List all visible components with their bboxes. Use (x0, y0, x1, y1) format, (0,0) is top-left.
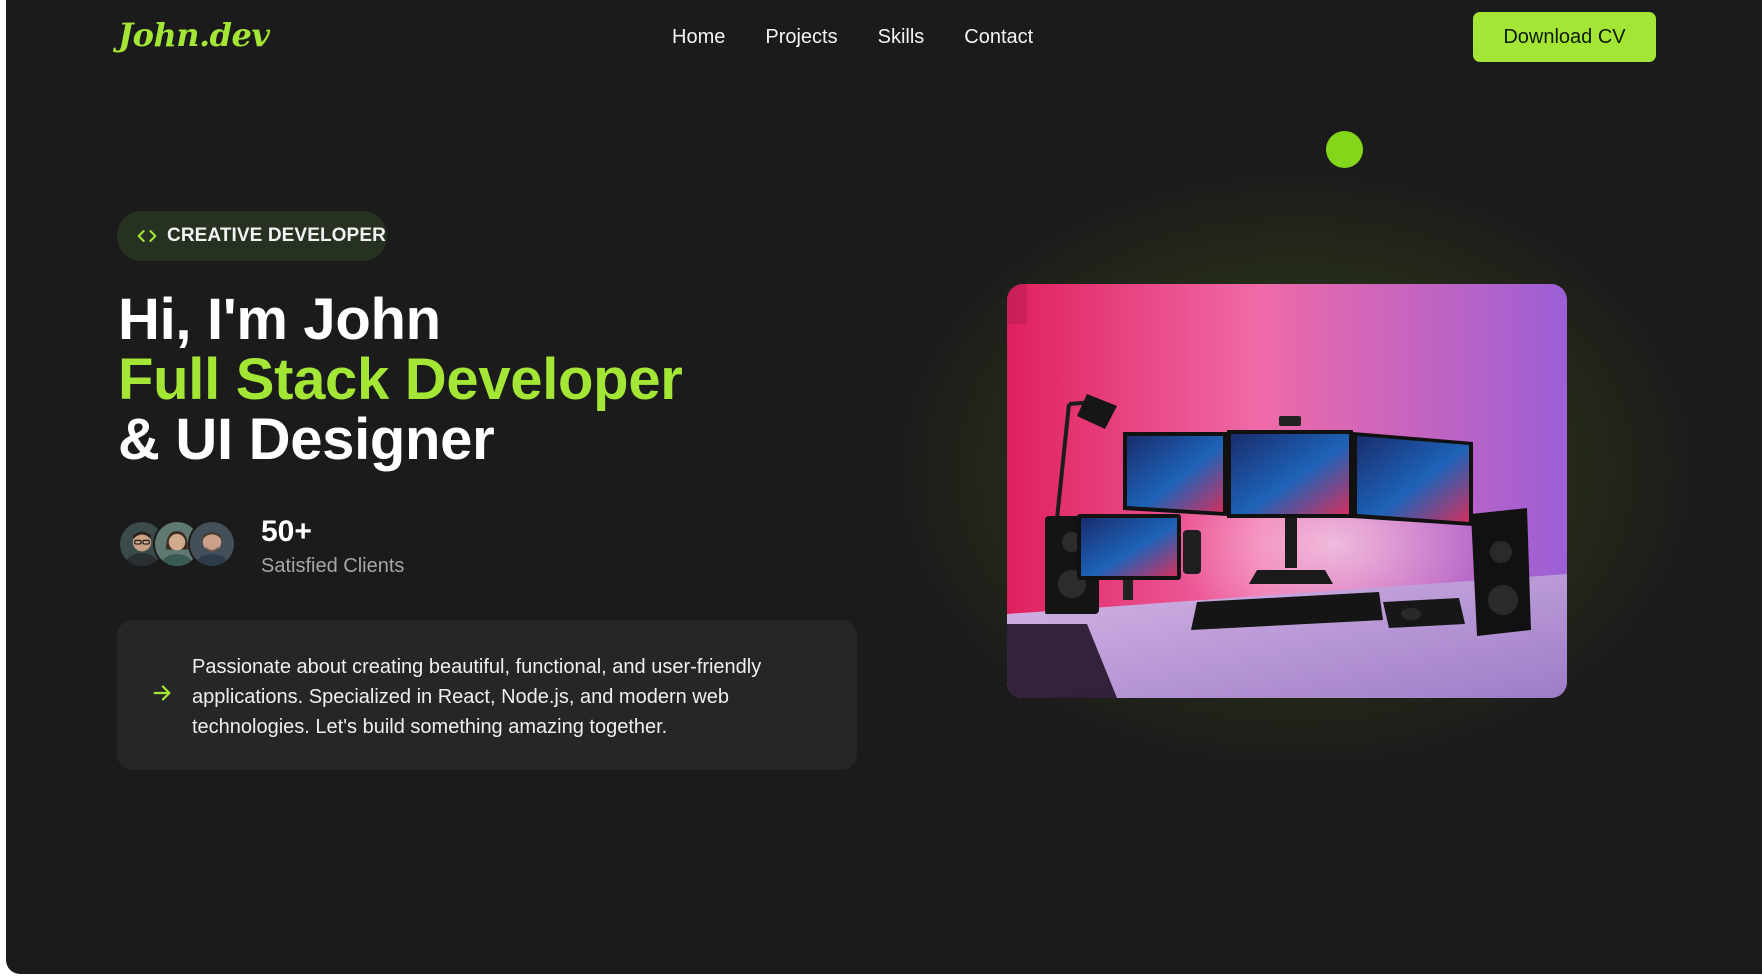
page: John.dev Home Projects Skills Contact Do… (6, 0, 1762, 974)
logo[interactable]: John.dev (118, 16, 270, 54)
clients-label: Satisfied Clients (261, 555, 405, 577)
workspace-desk-image (1007, 284, 1567, 698)
download-cv-button[interactable]: Download CV (1473, 12, 1656, 62)
avatar (188, 520, 236, 568)
nav-home[interactable]: Home (672, 26, 725, 49)
intro-card: Passionate about creating beautiful, fun… (117, 620, 857, 770)
role-badge: CREATIVE DEVELOPER (117, 211, 387, 261)
arrow-right-icon (153, 685, 171, 701)
clients-count: 50+ (261, 515, 312, 548)
client-avatars (118, 520, 236, 568)
headline-line-1: Hi, I'm John (118, 287, 441, 352)
headline-line-2: Full Stack Developer (118, 347, 683, 412)
headline-line-3: & UI Designer (118, 407, 495, 472)
main-nav: Home Projects Skills Contact (672, 26, 1033, 49)
nav-contact[interactable]: Contact (964, 26, 1033, 49)
badge-label: CREATIVE DEVELOPER (167, 225, 386, 246)
decorative-dot (1326, 131, 1363, 168)
intro-text: Passionate about creating beautiful, fun… (192, 656, 762, 738)
nav-skills[interactable]: Skills (878, 26, 925, 49)
code-brackets-icon (137, 230, 157, 242)
nav-projects[interactable]: Projects (765, 26, 837, 49)
hero-headline: Hi, I'm John Full Stack Developer & UI D… (118, 290, 683, 470)
